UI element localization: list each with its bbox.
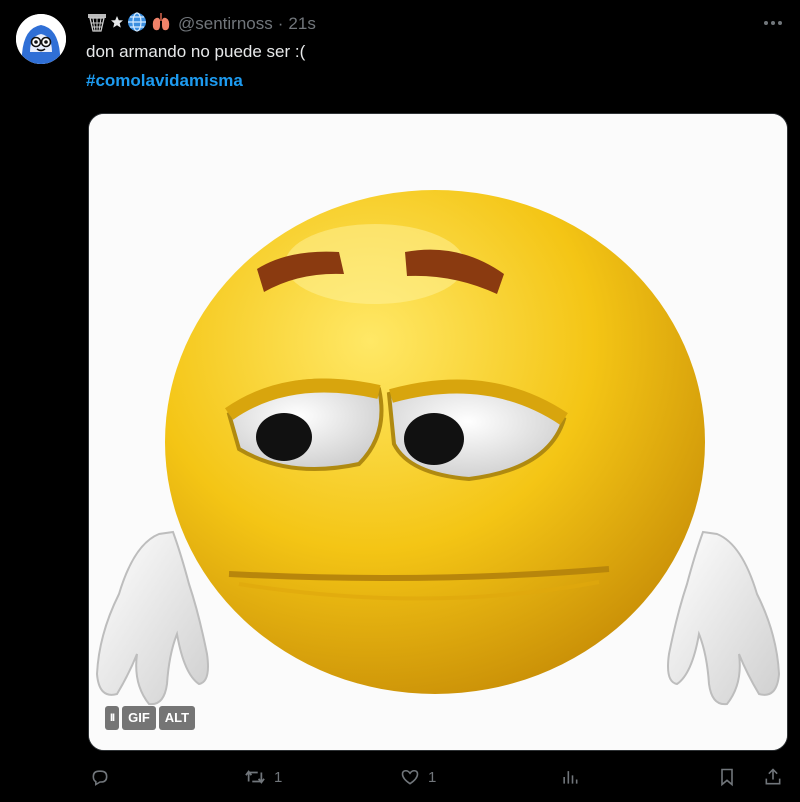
bookmark-button[interactable] bbox=[718, 762, 736, 792]
like-count: 1 bbox=[428, 768, 437, 786]
avatar[interactable] bbox=[16, 14, 66, 64]
timestamp[interactable]: 21s bbox=[288, 14, 315, 34]
tweet-text: don armando no puede ser :( bbox=[86, 42, 306, 61]
tweet-actions: 1 1 bbox=[88, 762, 788, 792]
alt-text-button[interactable]: ALT bbox=[158, 706, 196, 730]
globe-icon bbox=[126, 11, 148, 38]
views-button[interactable] bbox=[560, 762, 588, 792]
gif-badge: GIF bbox=[122, 706, 156, 730]
sad-emoji-image bbox=[89, 114, 787, 750]
separator-dot: · bbox=[277, 14, 284, 33]
heart-icon bbox=[401, 769, 419, 785]
share-icon bbox=[765, 768, 781, 785]
reply-icon bbox=[92, 770, 108, 786]
bookmark-icon bbox=[721, 768, 733, 787]
lungs-icon bbox=[150, 11, 172, 38]
media-controls: II GIF ALT bbox=[105, 706, 196, 730]
star-icon bbox=[110, 14, 124, 34]
retweet-icon bbox=[245, 770, 265, 784]
tweet-header: @sentirnoss · 21s bbox=[86, 11, 316, 38]
reply-button[interactable] bbox=[90, 762, 118, 792]
views-icon bbox=[563, 771, 578, 784]
more-icon bbox=[764, 21, 782, 25]
like-button[interactable]: 1 bbox=[400, 762, 436, 792]
gif-media[interactable]: II GIF ALT bbox=[88, 113, 788, 751]
hashtag-link[interactable]: #comolavidamisma bbox=[86, 71, 243, 91]
user-handle[interactable]: @sentirnoss bbox=[178, 14, 273, 34]
basket-icon bbox=[86, 12, 108, 37]
share-button[interactable] bbox=[763, 762, 783, 792]
retweet-count: 1 bbox=[274, 768, 283, 786]
more-options-button[interactable] bbox=[760, 10, 786, 36]
name-emoji-badges bbox=[86, 11, 172, 38]
retweet-button[interactable]: 1 bbox=[244, 762, 282, 792]
pause-button[interactable]: II bbox=[105, 706, 120, 730]
